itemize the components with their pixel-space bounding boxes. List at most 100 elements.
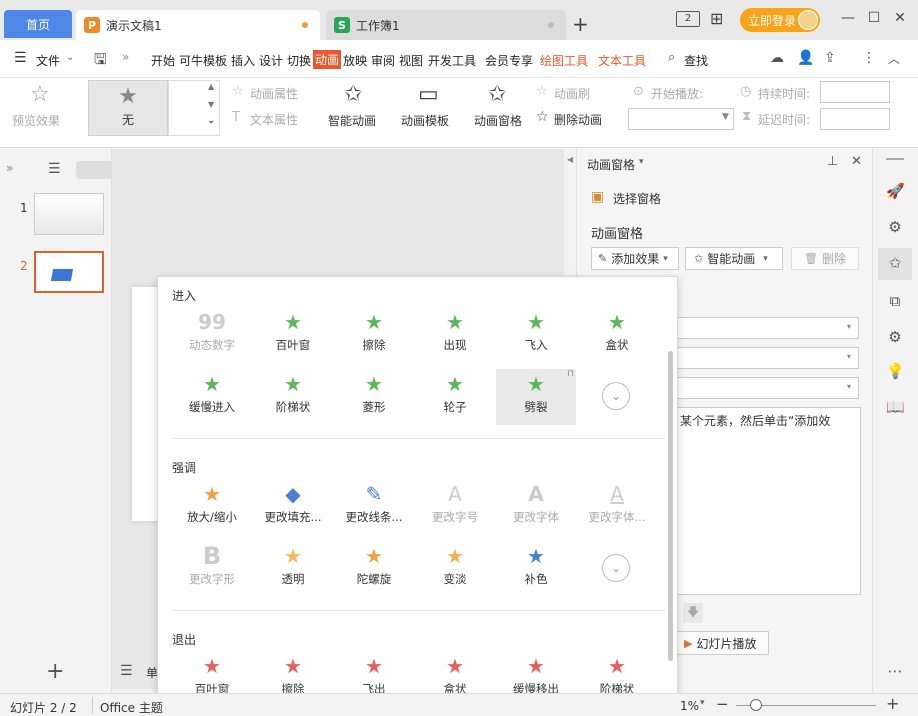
- search-label[interactable]: 查找: [684, 52, 708, 69]
- start-play-select[interactable]: [628, 108, 734, 130]
- expand-emphasis-icon[interactable]: ⌄: [602, 554, 630, 582]
- menu-slideshow[interactable]: 放映: [343, 52, 367, 69]
- effect-grow-shrink[interactable]: ★ 放大/缩小: [172, 479, 252, 535]
- minimize-icon[interactable]: —: [838, 10, 858, 26]
- effect-none-tile[interactable]: ★ 无: [88, 80, 168, 136]
- effect-change-line[interactable]: ✎ 更改线条...: [334, 479, 414, 535]
- menu-animation[interactable]: 动画: [313, 50, 342, 69]
- scrollbar[interactable]: [668, 351, 673, 661]
- slide-thumbnail-2[interactable]: [34, 251, 104, 293]
- gallery-up-icon[interactable]: ▲: [208, 82, 214, 91]
- zoom-out-icon[interactable]: −: [716, 695, 729, 713]
- effect-change-font-style[interactable]: B 更改字形: [172, 541, 252, 597]
- effect-change-font[interactable]: A 更改字体: [496, 479, 576, 535]
- transition-icon[interactable]: ⧉: [886, 292, 904, 310]
- preview-effect-button[interactable]: 预览效果: [12, 112, 60, 129]
- notes-icon[interactable]: ☰: [120, 663, 133, 679]
- window-layout-icon[interactable]: 2: [676, 11, 700, 27]
- menu-developer[interactable]: 开发工具: [428, 52, 476, 69]
- effect-fly-in[interactable]: ★ 飞入: [496, 307, 576, 363]
- pin-icon[interactable]: ⊓: [567, 369, 574, 379]
- effect-split[interactable]: ★ 劈裂 ⊓: [496, 369, 576, 425]
- home-tab[interactable]: 首页: [4, 10, 72, 38]
- select-pane-button[interactable]: 选择窗格: [613, 190, 661, 207]
- rocket-icon[interactable]: 🚀: [886, 182, 905, 200]
- expand-enter-icon[interactable]: ⌄: [602, 382, 630, 410]
- slide-view-icon[interactable]: [76, 161, 112, 179]
- more-chevron-icon[interactable]: »: [122, 50, 129, 64]
- effect-stairs[interactable]: ★ 阶梯状: [253, 369, 333, 425]
- anim-template-button[interactable]: 动画模板: [401, 112, 449, 129]
- login-button[interactable]: 立即登录: [740, 8, 820, 32]
- smart-anim-button[interactable]: 智能动画: [328, 112, 376, 129]
- tab-workbook[interactable]: S 工作簿1: [326, 10, 566, 40]
- grid-apps-icon[interactable]: ⊞: [710, 9, 723, 28]
- menu-file[interactable]: 文件: [36, 52, 60, 69]
- slideshow-button[interactable]: ▶ 幻灯片播放: [677, 631, 769, 655]
- chevron-down-icon[interactable]: ▾: [639, 157, 644, 167]
- theme-name[interactable]: Office 主题: [100, 699, 163, 716]
- collapse-arrow-icon[interactable]: ◀: [567, 155, 573, 164]
- effect-wipe[interactable]: ★ 擦除: [334, 307, 414, 363]
- menu-home[interactable]: 开始: [151, 52, 175, 69]
- share-icon[interactable]: ⇪: [824, 50, 836, 66]
- effect-diamond[interactable]: ★ 菱形: [334, 369, 414, 425]
- effect-change-font-size[interactable]: A 更改字号: [415, 479, 495, 535]
- smart-anim-pane-button[interactable]: ✩ 智能动画 ▾: [685, 247, 783, 270]
- more-options-icon[interactable]: ⋮: [862, 50, 876, 66]
- anim-pane-button[interactable]: 动画窗格: [474, 112, 522, 129]
- duration-input[interactable]: [820, 81, 890, 103]
- effect-blinds[interactable]: ★ 百叶窗: [253, 307, 333, 363]
- menu-insert[interactable]: 插入: [231, 52, 255, 69]
- cloud-sync-icon[interactable]: ☁: [770, 50, 784, 66]
- menu-view[interactable]: 视图: [399, 52, 423, 69]
- effect-slow-enter[interactable]: ★ 缓慢进入: [172, 369, 252, 425]
- add-effect-button[interactable]: ✎ 添加效果 ▾: [591, 247, 679, 270]
- move-down-icon[interactable]: 🡇: [683, 603, 703, 623]
- anim-brush-button[interactable]: 动画刷: [554, 85, 590, 102]
- new-tab-plus-icon[interactable]: +: [572, 12, 589, 36]
- effect-spin[interactable]: ★ 陀螺旋: [334, 541, 414, 597]
- text-props-button[interactable]: 文本属性: [250, 111, 298, 128]
- menu-design[interactable]: 设计: [259, 52, 283, 69]
- outline-view-icon[interactable]: ☰: [48, 161, 61, 177]
- slide-thumbnail-1[interactable]: [34, 193, 104, 235]
- close-pane-icon[interactable]: ✕: [851, 154, 862, 169]
- add-user-icon[interactable]: 👤: [797, 50, 814, 66]
- tab-presentation[interactable]: P 演示文稿1: [76, 10, 320, 40]
- delete-anim-pane-button[interactable]: 🗑 删除: [791, 247, 859, 270]
- gallery-expand-icon[interactable]: ⏷: [208, 118, 214, 128]
- effect-appear[interactable]: ★ 出现: [415, 307, 495, 363]
- effect-wheel[interactable]: ★ 轮子: [415, 369, 495, 425]
- image-settings-icon[interactable]: ⚙: [886, 328, 904, 346]
- zoom-in-icon[interactable]: +: [886, 694, 899, 713]
- add-slide-icon[interactable]: +: [46, 659, 64, 684]
- menu-templates[interactable]: 可牛模板: [179, 52, 227, 69]
- effect-change-font-color[interactable]: A 更改字体...: [577, 479, 657, 535]
- effect-transparent[interactable]: ★ 透明: [253, 541, 333, 597]
- hamburger-icon[interactable]: ☰: [14, 50, 27, 66]
- bulb-icon[interactable]: 💡: [886, 362, 905, 380]
- effect-fade[interactable]: ★ 变淡: [415, 541, 495, 597]
- effect-change-fill[interactable]: ◆ 更改填充...: [253, 479, 333, 535]
- modify-property-select[interactable]: [677, 347, 859, 369]
- chevron-down-icon[interactable]: ▾: [700, 698, 705, 708]
- gallery-down-icon[interactable]: ▼: [208, 100, 214, 109]
- delete-anim-button[interactable]: 删除动画: [554, 111, 602, 128]
- effect-dynamic-number[interactable]: 99 动态数字: [172, 307, 252, 363]
- menu-review[interactable]: 审阅: [371, 52, 395, 69]
- menu-member[interactable]: 会员专享: [485, 52, 533, 69]
- collapse-ribbon-icon[interactable]: ︿: [888, 50, 900, 67]
- star-anim-icon[interactable]: ✩: [886, 254, 904, 272]
- pane-header[interactable]: 动画窗格: [587, 156, 635, 173]
- delay-input[interactable]: [820, 108, 890, 130]
- modify-speed-select[interactable]: [677, 377, 859, 399]
- maximize-icon[interactable]: ☐: [864, 10, 884, 26]
- anim-props-button[interactable]: 动画属性: [250, 85, 298, 102]
- close-window-icon[interactable]: ✕: [890, 10, 910, 26]
- menu-drawing-tools[interactable]: 绘图工具: [540, 52, 588, 69]
- save-icon[interactable]: 🖫: [94, 49, 107, 74]
- sliders-icon[interactable]: ⚙: [886, 218, 904, 236]
- zoom-slider-thumb[interactable]: [750, 699, 762, 711]
- modify-start-select[interactable]: [677, 317, 859, 339]
